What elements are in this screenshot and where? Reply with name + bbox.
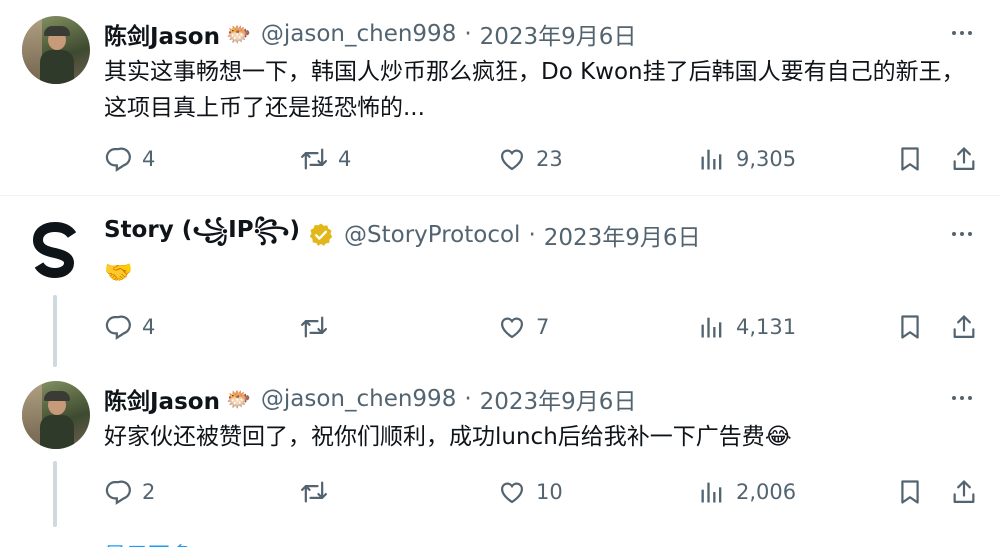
tweet-1[interactable]: 陈剑Jason 🐡 @jason_chen998 · 2023年9月6日 其实这… [0,0,1000,196]
retweet-button[interactable]: 4 [300,142,351,176]
reply-button[interactable]: 4 [104,310,155,344]
reply-icon [105,480,131,505]
more-icon[interactable] [947,18,977,48]
bookmark-button[interactable] [896,475,924,509]
like-icon [500,317,524,339]
reply-icon [105,315,131,340]
tweet-text: 🤝 [104,260,133,286]
bookmark-button[interactable] [896,142,924,176]
tweet-2[interactable]: Story (꧁IP꧂) @StoryProtocol · 2023年9月6日 … [0,197,1000,367]
share-icon [953,315,975,339]
reply-icon [105,147,131,172]
author-handle[interactable]: @StoryProtocol [344,222,520,248]
retweet-button[interactable] [300,310,338,344]
like-count: 23 [536,147,563,171]
like-icon [500,482,524,504]
like-count: 7 [536,315,550,339]
reply-button[interactable]: 4 [104,142,155,176]
action-bar: 4 4 23 9,305 [104,142,984,176]
author-name[interactable]: 陈剑Jason [104,382,220,416]
author-handle[interactable]: @jason_chen998 [261,386,456,412]
views-count: 4,131 [736,315,797,339]
separator: · [464,21,472,47]
tweet-header: 陈剑Jason 🐡 @jason_chen998 · 2023年9月6日 [104,382,637,416]
like-button[interactable]: 7 [498,310,549,344]
retweet-button[interactable] [300,475,338,509]
retweet-icon [300,481,328,503]
avatar[interactable] [22,16,90,84]
avatar[interactable] [22,216,90,284]
views-button[interactable]: 4,131 [698,310,796,344]
author-name[interactable]: 陈剑Jason [104,17,220,51]
story-logo-icon [32,221,77,279]
separator: · [464,386,472,412]
reply-count: 2 [142,480,156,504]
tweet-header: Story (꧁IP꧂) @StoryProtocol · 2023年9月6日 [104,217,701,252]
tweet-date[interactable]: 2023年9月6日 [480,17,637,51]
share-button[interactable] [950,475,978,509]
share-button[interactable] [950,310,978,344]
author-emoji: 🐡 [225,22,251,46]
bookmark-button[interactable] [896,310,924,344]
avatar[interactable] [22,381,90,449]
share-icon [953,147,975,171]
retweet-count: 4 [338,147,352,171]
action-bar: 4 7 4,131 [104,310,984,344]
like-button[interactable]: 10 [498,475,563,509]
bookmark-icon [901,147,919,171]
show-more-link[interactable]: 显示更多 [104,538,192,547]
retweet-icon [300,316,328,338]
more-icon[interactable] [947,383,977,413]
reply-count: 4 [142,147,156,171]
reply-count: 4 [142,315,156,339]
tweet-date[interactable]: 2023年9月6日 [544,218,701,252]
tweet-divider [0,195,1000,196]
author-handle[interactable]: @jason_chen998 [261,21,456,47]
share-icon [953,480,975,504]
views-count: 2,006 [736,480,797,504]
tweet-header: 陈剑Jason 🐡 @jason_chen998 · 2023年9月6日 [104,17,637,51]
separator: · [528,222,536,248]
more-icon[interactable] [947,219,977,249]
share-button[interactable] [950,142,978,176]
retweet-icon [300,148,328,170]
thread-line [53,461,57,527]
tweet-3[interactable]: 陈剑Jason 🐡 @jason_chen998 · 2023年9月6日 好家伙… [0,367,1000,547]
tweet-text: 好家伙还被赞回了，祝你们顺利，成功lunch后给我补一下广告费😂 [104,424,792,450]
like-count: 10 [536,480,563,504]
views-icon [701,317,722,338]
verified-icon[interactable] [308,222,334,248]
action-bar: 2 10 2,006 [104,475,984,509]
views-button[interactable]: 2,006 [698,475,796,509]
views-icon [701,482,722,503]
author-name[interactable]: Story (꧁IP꧂) [104,212,300,259]
tweet-date[interactable]: 2023年9月6日 [480,382,637,416]
bookmark-icon [901,480,919,504]
thread-line [53,295,57,367]
author-emoji: 🐡 [225,387,251,411]
reply-button[interactable]: 2 [104,475,155,509]
views-icon [701,149,722,170]
bookmark-icon [901,315,919,339]
like-button[interactable]: 23 [498,142,563,176]
views-count: 9,305 [736,147,797,171]
like-icon [500,149,524,171]
tweet-text: 其实这事畅想一下，韩国人炒币那么疯狂，Do Kwon挂了后韩国人要有自己的新王，… [104,59,965,121]
views-button[interactable]: 9,305 [698,142,796,176]
